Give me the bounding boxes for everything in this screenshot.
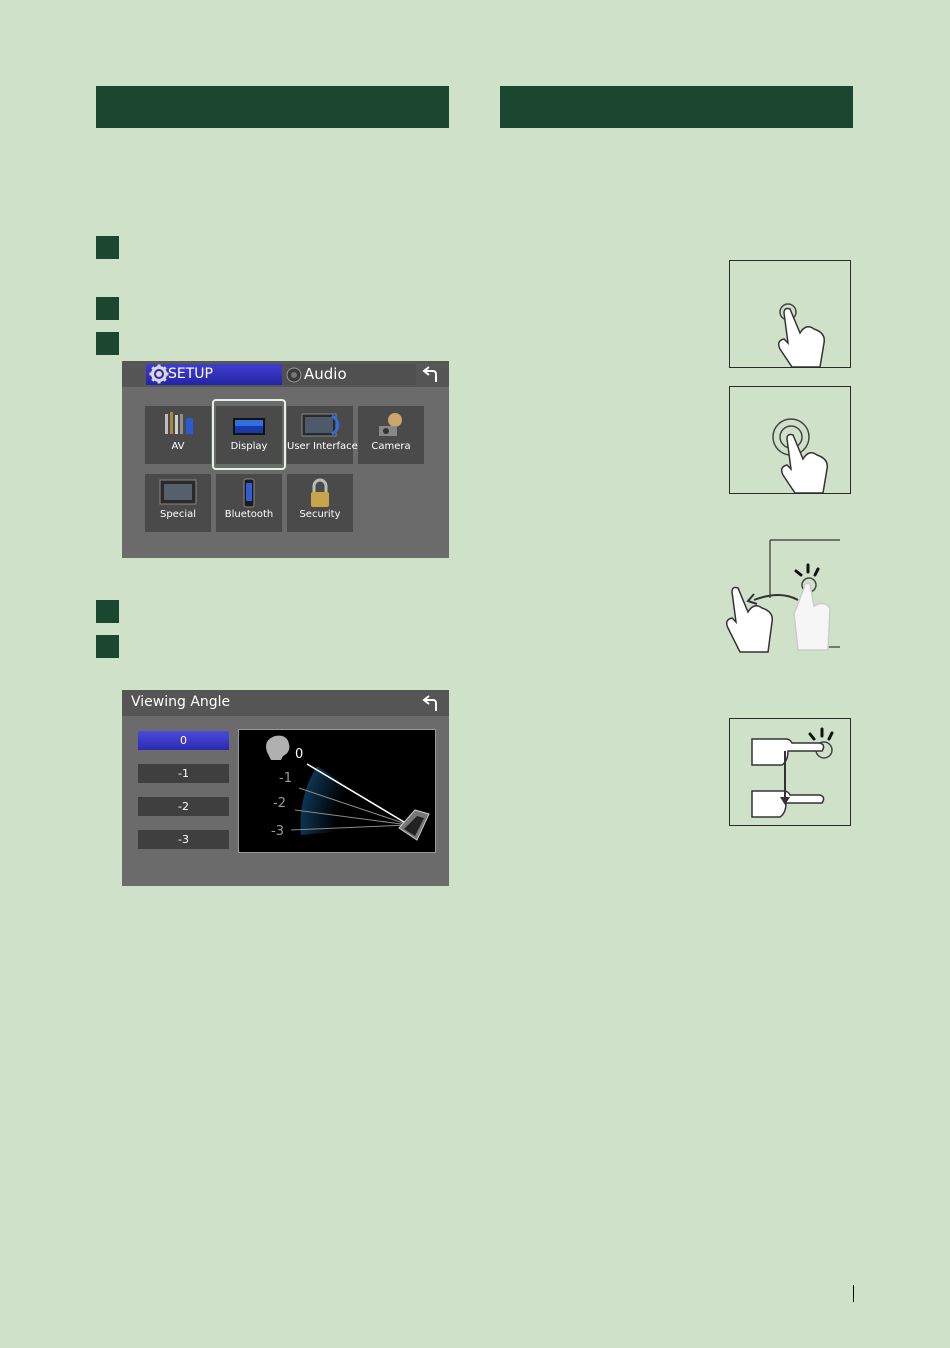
viewing-angle-title: Viewing Angle bbox=[131, 694, 231, 710]
page-number-rule bbox=[853, 1285, 854, 1302]
viewing-angle-back-button[interactable] bbox=[418, 693, 444, 715]
camera-tile[interactable]: Camera bbox=[358, 406, 424, 464]
camera-label: Camera bbox=[371, 441, 411, 452]
step-marker-5 bbox=[96, 635, 119, 658]
diagram-label-minus-3: -3 bbox=[271, 824, 284, 839]
long-press-hand-icon bbox=[772, 418, 829, 493]
tab-setup-label: SETUP bbox=[168, 366, 213, 382]
security-tile[interactable]: Security bbox=[287, 474, 353, 532]
selected-tile-highlight bbox=[212, 399, 286, 470]
av-icon bbox=[165, 412, 193, 434]
tab-setup[interactable]: SETUP bbox=[146, 364, 304, 385]
bluetooth-tile[interactable]: Bluetooth bbox=[216, 474, 282, 532]
audio-icon bbox=[286, 367, 302, 383]
swipe-down-hand-icon bbox=[751, 727, 834, 818]
special-label: Special bbox=[159, 509, 197, 520]
right-section-header bbox=[500, 86, 853, 128]
viewing-angle-screen: Viewing Angle 0 -1 -2 -3 0 -1 -2 -3 bbox=[122, 690, 449, 886]
unit-screen-icon bbox=[398, 809, 430, 841]
step-marker-2 bbox=[96, 297, 119, 320]
user-interface-tile[interactable]: User Interface bbox=[287, 406, 358, 464]
angle-option-minus-1[interactable]: -1 bbox=[138, 764, 229, 783]
av-label: AV bbox=[171, 441, 185, 452]
tab-audio-label: Audio bbox=[304, 365, 347, 383]
gear-icon bbox=[149, 364, 169, 384]
touch-gesture-box bbox=[729, 260, 851, 368]
back-arrow-icon bbox=[422, 695, 437, 711]
bluetooth-icon bbox=[243, 478, 255, 508]
step-marker-3 bbox=[96, 332, 119, 355]
angle-option-0[interactable]: 0 bbox=[138, 731, 229, 750]
step-marker-4 bbox=[96, 600, 119, 623]
step-marker-1 bbox=[96, 236, 119, 259]
flick-gesture bbox=[720, 538, 850, 658]
special-tile[interactable]: Special bbox=[145, 474, 211, 532]
angle-option-minus-3[interactable]: -3 bbox=[138, 830, 229, 849]
diagram-label-minus-1: -1 bbox=[279, 771, 292, 786]
tap-hand-icon bbox=[777, 303, 826, 367]
viewing-angle-diagram: 0 -1 -2 -3 bbox=[238, 729, 436, 853]
security-icon bbox=[311, 478, 329, 507]
security-label: Security bbox=[299, 509, 341, 520]
angle-option-minus-2[interactable]: -2 bbox=[138, 797, 229, 816]
viewing-angle-title-bar: Viewing Angle bbox=[122, 690, 449, 716]
camera-icon bbox=[379, 413, 402, 436]
special-icon bbox=[159, 479, 197, 505]
diagram-label-minus-2: -2 bbox=[273, 796, 286, 811]
setup-screen: SETUP Audio AV Display User Interface Ca… bbox=[122, 361, 449, 558]
av-tile[interactable]: AV bbox=[145, 406, 211, 464]
scroll-gesture-box bbox=[729, 718, 851, 826]
head-icon bbox=[266, 735, 290, 760]
user-interface-label: User Interface bbox=[287, 441, 358, 452]
user-interface-icon bbox=[301, 413, 340, 437]
flick-hand-icon bbox=[725, 539, 840, 653]
tab-audio[interactable]: Audio bbox=[282, 364, 416, 385]
left-section-header bbox=[96, 86, 449, 128]
long-touch-gesture-box bbox=[729, 386, 851, 494]
setup-tab-bar: SETUP Audio bbox=[122, 361, 449, 387]
diagram-label-0: 0 bbox=[295, 747, 304, 762]
bluetooth-label: Bluetooth bbox=[224, 509, 274, 520]
back-button[interactable] bbox=[418, 363, 444, 387]
back-arrow-icon bbox=[422, 366, 437, 382]
